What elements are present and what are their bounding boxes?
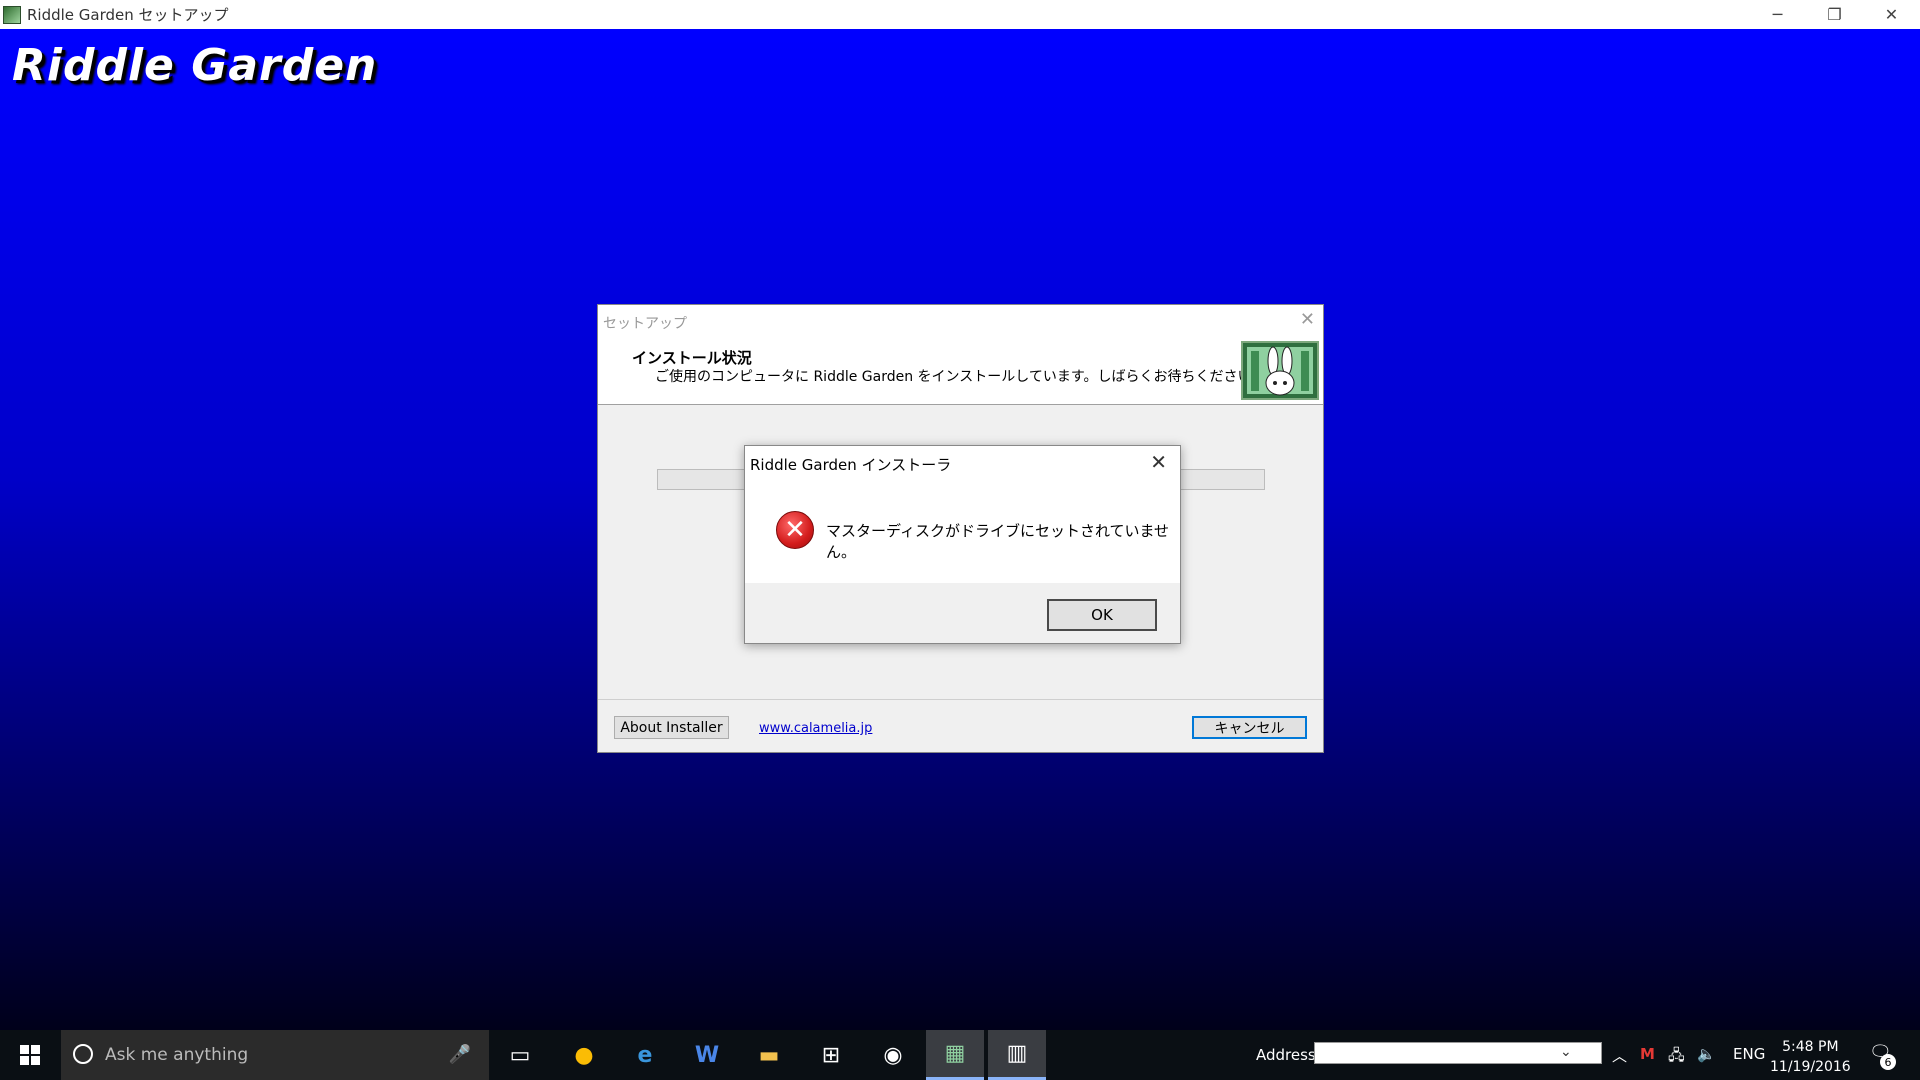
setup-close-button[interactable]: ✕ <box>1300 309 1315 330</box>
notification-count-badge: 6 <box>1880 1054 1896 1070</box>
volume-icon[interactable]: 🔈 <box>1697 1045 1716 1063</box>
refresh-icon[interactable]: ↻ <box>1583 1043 1596 1062</box>
window-title: Riddle Garden セットアップ <box>27 6 229 24</box>
rabbit-logo-icon <box>1241 341 1319 400</box>
file-explorer-icon[interactable]: ▬ <box>740 1030 798 1080</box>
language-indicator[interactable]: ENG <box>1733 1045 1765 1063</box>
network-icon[interactable]: 🖧 <box>1668 1045 1685 1070</box>
groove-music-icon[interactable]: ◉ <box>864 1030 922 1080</box>
calamelia-website-link[interactable]: www.calamelia.jp <box>759 721 872 736</box>
address-input[interactable] <box>1314 1042 1602 1064</box>
microphone-icon[interactable]: 🎤 <box>449 1044 471 1065</box>
edge-icon[interactable]: e <box>616 1030 674 1080</box>
window-controls: ─ ❐ ✕ <box>1749 0 1920 29</box>
cancel-button[interactable]: キャンセル <box>1192 716 1307 739</box>
cortana-icon <box>73 1044 93 1064</box>
window-titlebar: Riddle Garden セットアップ ─ ❐ ✕ <box>0 0 1920 29</box>
close-button[interactable]: ✕ <box>1863 0 1920 29</box>
clock[interactable]: 5:48 PM 11/19/2016 <box>1770 1037 1851 1077</box>
message-box-title: Riddle Garden インストーラ <box>750 456 952 474</box>
message-area: Riddle Garden インストーラ ✕ ✕ マスターディスクがドライブにセ… <box>745 446 1180 583</box>
windows-logo-icon <box>20 1045 40 1065</box>
riddle-garden-icon[interactable]: ▦ <box>926 1030 984 1080</box>
start-button[interactable] <box>0 1030 60 1080</box>
minimize-button[interactable]: ─ <box>1749 0 1806 29</box>
setup-caption: セットアップ <box>603 316 687 332</box>
restore-button[interactable]: ❐ <box>1806 0 1863 29</box>
task-view-icon[interactable]: ▭ <box>491 1030 549 1080</box>
antivirus-tray-icon[interactable]: M <box>1640 1045 1655 1063</box>
message-box-close-button[interactable]: ✕ <box>1150 450 1167 474</box>
ok-button[interactable]: OK <box>1047 599 1157 631</box>
about-installer-button[interactable]: About Installer <box>614 716 729 739</box>
setup-divider <box>598 699 1323 700</box>
barcode-app-icon[interactable]: ▥ <box>988 1030 1046 1080</box>
word-icon[interactable]: W <box>678 1030 736 1080</box>
address-toolbar-label: Address <box>1256 1046 1316 1064</box>
address-dropdown-icon[interactable]: ⌄ <box>1560 1044 1572 1060</box>
clock-time: 5:48 PM <box>1782 1039 1839 1055</box>
install-status-description: ご使用のコンピュータに Riddle Garden をインストールしています。し… <box>655 369 1266 385</box>
error-icon: ✕ <box>776 511 814 549</box>
taskbar: Ask me anything 🎤 ▭ ● e W ▬ ⊞ ◉ ▦ ▥ Addr… <box>0 1030 1920 1080</box>
riddle-garden-app-icon <box>3 5 21 24</box>
search-placeholder: Ask me anything <box>105 1045 249 1065</box>
install-status-heading: インストール状況 <box>632 349 752 367</box>
show-hidden-icons-icon[interactable]: ︿ <box>1612 1045 1627 1066</box>
error-message-box: Riddle Garden インストーラ ✕ ✕ マスターディスクがドライブにセ… <box>744 445 1181 644</box>
chrome-icon[interactable]: ● <box>555 1030 613 1080</box>
setup-header: セットアップ ✕ インストール状況 ご使用のコンピュータに Riddle Gar… <box>598 305 1323 405</box>
game-logo: Riddle Garden <box>12 40 378 91</box>
cortana-search-box[interactable]: Ask me anything 🎤 <box>61 1030 489 1080</box>
error-message-text: マスターディスクがドライブにセットされていません。 <box>826 522 1170 561</box>
store-icon[interactable]: ⊞ <box>802 1030 860 1080</box>
clock-date: 11/19/2016 <box>1770 1059 1851 1075</box>
